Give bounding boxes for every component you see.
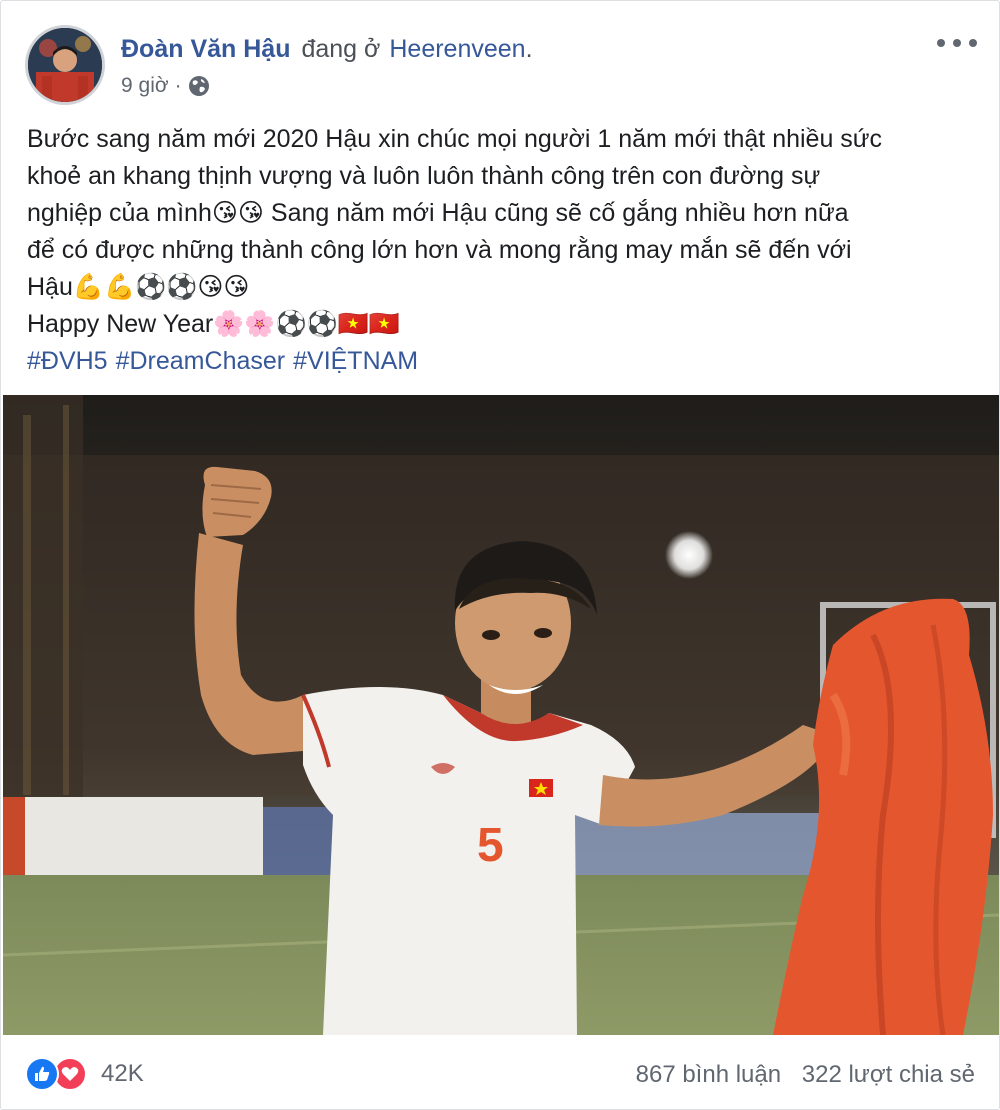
author-line: Đoàn Văn Hậu đang ở Heerenveen.	[121, 33, 533, 65]
post-text-line: khoẻ an khang thịnh vượng và luôn luôn t…	[27, 162, 821, 190]
post-footer: 42K 867 bình luận 322 lượt chia sẻ	[25, 1051, 977, 1097]
post-text-line: Bước sang năm mới 2020 Hậu xin chúc mọi …	[27, 125, 883, 153]
hashtag-link[interactable]: #ĐVH5	[27, 347, 108, 375]
hashtag-link[interactable]: #DreamChaser	[116, 347, 286, 375]
jersey-number: 5	[477, 819, 504, 872]
post-photo[interactable]: 5	[3, 395, 999, 1035]
author-avatar[interactable]	[25, 25, 105, 105]
author-name[interactable]: Đoàn Văn Hậu	[121, 35, 290, 63]
checkin-place-link[interactable]: Heerenveen	[389, 35, 525, 63]
reactions-summary[interactable]: 42K	[25, 1057, 144, 1091]
like-icon	[25, 1057, 59, 1091]
comments-count-link[interactable]: 867 bình luận	[636, 1061, 781, 1088]
checkin-period: .	[525, 35, 533, 63]
engagement-stats: 867 bình luận 322 lượt chia sẻ	[636, 1061, 975, 1089]
reaction-count: 42K	[101, 1060, 144, 1087]
post-text-line: để có được những thành công lớn hơn và m…	[27, 236, 852, 264]
shares-count-link[interactable]: 322 lượt chia sẻ	[802, 1061, 975, 1088]
facebook-post: Đoàn Văn Hậu đang ở Heerenveen. 9 giờ · …	[0, 0, 1000, 1110]
hashtag-link[interactable]: #VIỆTNAM	[293, 347, 418, 375]
post-text-line: Hậu💪💪⚽⚽😘😘	[27, 273, 250, 301]
more-options-icon[interactable]	[937, 29, 977, 57]
hashtags: #ĐVH5 #DreamChaser #VIỆTNAM	[27, 343, 977, 380]
post-text-line: nghiệp của mình😘😘 Sang năm mới Hậu cũng …	[27, 199, 849, 227]
post-text-line: Happy New Year🌸🌸⚽⚽🇻🇳🇻🇳	[27, 310, 400, 338]
post-timestamp[interactable]: 9 giờ	[121, 73, 169, 99]
post-meta: 9 giờ ·	[121, 73, 210, 99]
globe-icon[interactable]	[188, 75, 210, 97]
checkin-text: đang ở	[301, 35, 381, 63]
meta-separator: ·	[174, 74, 182, 97]
post-text: Bước sang năm mới 2020 Hậu xin chúc mọi …	[27, 121, 977, 380]
post-header: Đoàn Văn Hậu đang ở Heerenveen. 9 giờ ·	[25, 25, 977, 105]
